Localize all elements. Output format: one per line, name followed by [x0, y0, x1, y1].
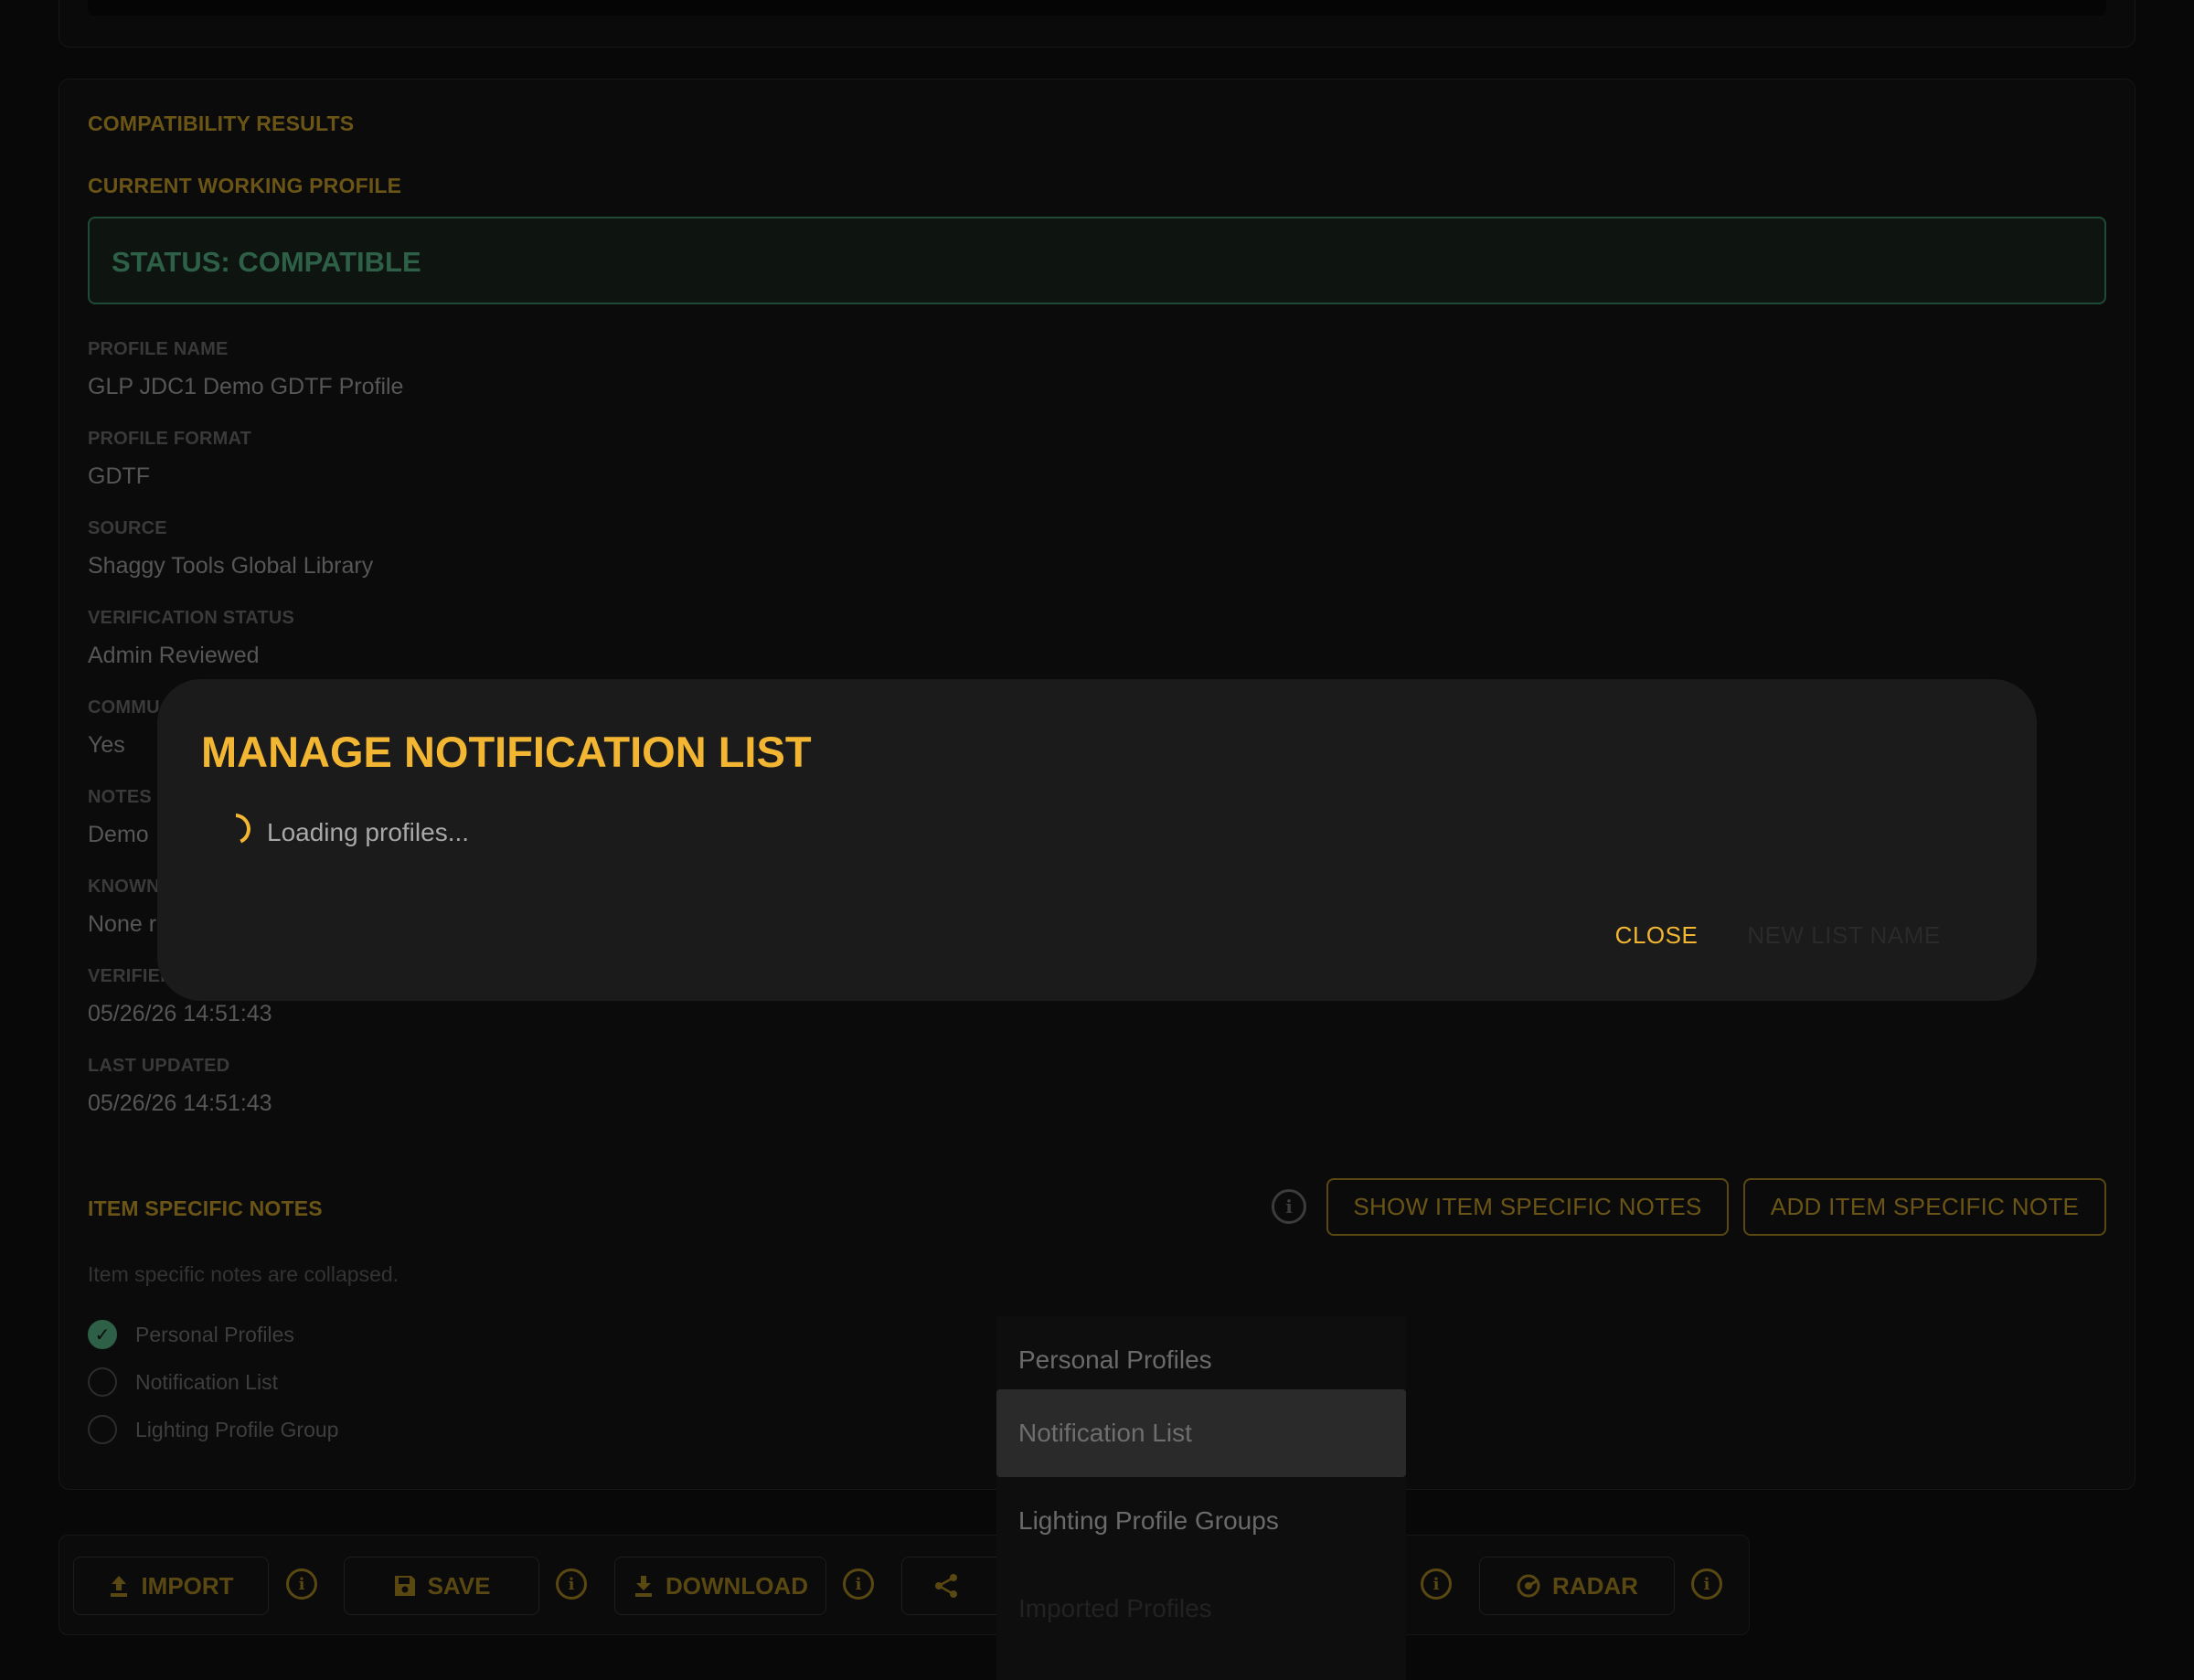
spinner-mask [218, 812, 236, 848]
field-label-verification-status: VERIFICATION STATUS [88, 608, 295, 628]
field-label-known-issues: KNOWN [88, 877, 160, 897]
section-title: COMPATIBILITY RESULTS [88, 112, 355, 135]
previous-panel-content [88, 0, 2106, 16]
share-icon [935, 1574, 957, 1598]
radar-label: RADAR [1552, 1571, 1638, 1600]
field-value-verified: 05/26/26 14:51:43 [88, 1001, 272, 1026]
loading-text: Loading profiles... [267, 818, 470, 846]
dropdown-item-lighting-profile-groups[interactable]: Lighting Profile Groups [996, 1477, 1406, 1565]
dropdown-item-imported-profiles[interactable]: Imported Profiles [996, 1565, 1406, 1653]
profile-title: CURRENT WORKING PROFILE [88, 174, 402, 197]
import-button[interactable]: IMPORT [73, 1557, 269, 1615]
field-value-profile-format: GDTF [88, 463, 151, 489]
download-button[interactable]: DOWNLOAD [614, 1557, 826, 1615]
close-button[interactable]: CLOSE [1598, 909, 1715, 961]
list-item-personal-profiles[interactable]: ✓ Personal Profiles [88, 1319, 294, 1350]
status-text: STATUS: COMPATIBLE [112, 246, 421, 278]
field-value-notes: Demo [88, 822, 149, 847]
check-icon[interactable]: ✓ [88, 1320, 117, 1349]
notes-collapsed-text: Item specific notes are collapsed. [88, 1262, 399, 1286]
download-label: DOWNLOAD [666, 1571, 808, 1600]
field-value-community: Yes [88, 732, 125, 758]
modal-title: MANAGE NOTIFICATION LIST [201, 728, 812, 776]
field-value-profile-name: GLP JDC1 Demo GDTF Profile [88, 374, 404, 399]
import-label: IMPORT [141, 1571, 234, 1600]
save-button[interactable]: SAVE [344, 1557, 539, 1615]
field-label-profile-format: PROFILE FORMAT [88, 429, 252, 449]
share-info-icon[interactable]: i [1421, 1568, 1452, 1600]
list-item-notification-list[interactable]: Notification List [88, 1366, 278, 1398]
list-dropdown-menu: Personal Profiles Notification List Ligh… [996, 1316, 1406, 1680]
show-item-notes-button[interactable]: SHOW ITEM SPECIFIC NOTES [1326, 1178, 1729, 1236]
share-button[interactable] [901, 1557, 1011, 1615]
field-label-source: SOURCE [88, 518, 167, 538]
radio-icon[interactable] [88, 1367, 117, 1397]
field-label-profile-name: PROFILE NAME [88, 339, 229, 359]
status-badge: STATUS: COMPATIBLE [88, 217, 2106, 304]
previous-panel [59, 0, 2135, 48]
field-value-last-updated: 05/26/26 14:51:43 [88, 1090, 272, 1116]
field-label-notes: NOTES [88, 787, 152, 807]
save-label: SAVE [427, 1571, 491, 1600]
field-value-verification-status: Admin Reviewed [88, 643, 260, 668]
radar-button[interactable]: RADAR [1479, 1557, 1675, 1615]
manage-notification-modal: MANAGE NOTIFICATION LIST Loading profile… [157, 679, 2037, 1001]
save-icon [394, 1576, 415, 1596]
import-info-icon[interactable]: i [286, 1568, 317, 1600]
dropdown-item-notification-list[interactable]: Notification List [996, 1389, 1406, 1477]
item-notes-title: ITEM SPECIFIC NOTES [88, 1196, 323, 1220]
field-label-community: COMMU [88, 697, 160, 718]
list-item-label: Notification List [135, 1369, 278, 1394]
radar-info-icon[interactable]: i [1691, 1568, 1722, 1600]
download-info-icon[interactable]: i [843, 1568, 874, 1600]
radar-icon [1517, 1574, 1540, 1598]
info-icon[interactable]: i [1272, 1189, 1306, 1224]
new-list-button[interactable]: NEW LIST NAME [1730, 909, 1958, 961]
list-item-lighting-profile-group[interactable]: Lighting Profile Group [88, 1414, 338, 1445]
upload-icon [111, 1576, 128, 1597]
field-label-verified: VERIFIEI [88, 966, 165, 986]
download-icon [635, 1576, 652, 1597]
field-value-source: Shaggy Tools Global Library [88, 553, 374, 579]
list-item-label: Personal Profiles [135, 1322, 294, 1346]
radio-icon[interactable] [88, 1415, 117, 1444]
add-item-note-button[interactable]: ADD ITEM SPECIFIC NOTE [1743, 1178, 2106, 1236]
field-value-known-issues: None r [88, 911, 157, 937]
field-label-last-updated: LAST UPDATED [88, 1056, 230, 1076]
list-item-label: Lighting Profile Group [135, 1417, 339, 1441]
save-info-icon[interactable]: i [556, 1568, 587, 1600]
